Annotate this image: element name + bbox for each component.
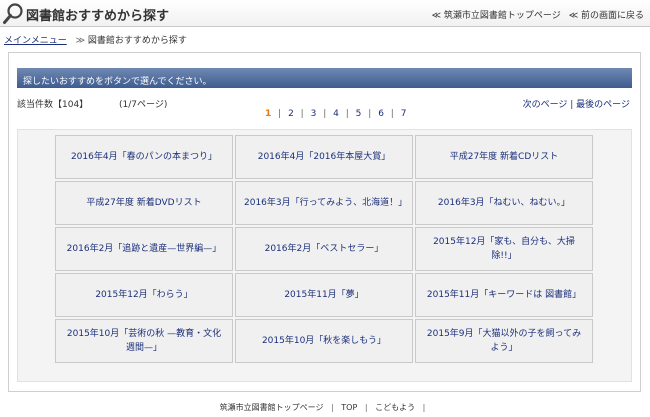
page-info: (1/7ページ) <box>119 100 168 110</box>
breadcrumb: メインメニュー ≫ 図書館おすすめから探す <box>4 33 187 46</box>
recommendation-button[interactable]: 2016年3月「ねむい、ねむい。」 <box>415 181 593 225</box>
breadcrumb-separator: ≫ <box>75 36 86 46</box>
footer-separator: | <box>331 403 334 412</box>
recommendation-button[interactable]: 2015年11月「夢」 <box>235 273 413 317</box>
recommendation-button[interactable]: 平成27年度 新着DVDリスト <box>55 181 233 225</box>
footer-separator: | <box>422 403 426 412</box>
recommendation-button[interactable]: 平成27年度 新着CDリスト <box>415 135 593 179</box>
breadcrumb-main-menu[interactable]: メインメニュー <box>4 36 67 46</box>
back-link[interactable]: ≪ 前の画面に戻る <box>569 8 644 21</box>
page-link-2[interactable]: 2 <box>288 109 294 119</box>
library-top-link[interactable]: ≪ 筑瀬市立図書館トップページ <box>432 8 561 21</box>
recommendation-button[interactable]: 2015年10月「芸術の秋 —教育・文化週間—」 <box>55 319 233 363</box>
recommendation-button[interactable]: 2015年9月「大猫以外の子を飼ってみよう」 <box>415 319 593 363</box>
breadcrumb-current: 図書館おすすめから探す <box>87 36 187 46</box>
page-nav-links: 次のページ | 最後のページ <box>522 100 630 110</box>
recommendation-button[interactable]: 2016年2月「追跡と遺産—世界編—」 <box>55 227 233 271</box>
recommendation-button[interactable]: 2015年10月「秋を楽しもう」 <box>235 319 413 363</box>
header: 図書館おすすめから探す ≪ 筑瀬市立図書館トップページ ≪ 前の画面に戻る <box>0 0 650 27</box>
page-link-4[interactable]: 4 <box>333 109 339 119</box>
footer-separator: | <box>364 403 368 412</box>
footer-top-link[interactable]: TOP <box>341 403 357 412</box>
recommendation-button[interactable]: 2016年4月「2016年本屋大賞」 <box>235 135 413 179</box>
result-count: 該当件数【104】 <box>17 100 89 110</box>
recommendation-button[interactable]: 2015年12月「わらう」 <box>55 273 233 317</box>
content-panel: 探したいおすすめをボタンで選んでください。 該当件数【104】 (1/7ページ)… <box>8 52 641 392</box>
page-link-3[interactable]: 3 <box>311 109 317 119</box>
recommendation-grid-area: 2016年4月「春のパンの本まつり」 2016年4月「2016年本屋大賞」 平成… <box>17 129 632 382</box>
recommendation-button[interactable]: 2016年3月「行ってみよう、北海道！」 <box>235 181 413 225</box>
header-links: ≪ 筑瀬市立図書館トップページ ≪ 前の画面に戻る <box>432 8 644 21</box>
recommendation-grid: 2016年4月「春のパンの本まつり」 2016年4月「2016年本屋大賞」 平成… <box>55 135 593 363</box>
current-page: 1 <box>265 109 272 119</box>
page-link-7[interactable]: 7 <box>401 109 407 119</box>
last-page-link[interactable]: 最後のページ <box>576 100 630 110</box>
instruction-bar: 探したいおすすめをボタンで選んでください。 <box>17 68 632 88</box>
footer-kids-link[interactable]: こどもよう <box>375 403 415 412</box>
recommendation-button[interactable]: 2015年11月「キーワードは 図書館」 <box>415 273 593 317</box>
magnifier-icon <box>3 3 23 24</box>
page-title: 図書館おすすめから探す <box>26 9 170 24</box>
recommendation-button[interactable]: 2015年12月「家も、自分も、大掃除!!」 <box>415 227 593 271</box>
recommendation-button[interactable]: 2016年2月「ベストセラー」 <box>235 227 413 271</box>
next-page-link[interactable]: 次のページ <box>523 100 568 110</box>
recommendation-button[interactable]: 2016年4月「春のパンの本まつり」 <box>55 135 233 179</box>
page-link-5[interactable]: 5 <box>356 109 362 119</box>
page-link-6[interactable]: 6 <box>378 109 384 119</box>
footer-library-top-link[interactable]: 筑瀬市立図書館トップページ <box>220 403 324 412</box>
footer: 筑瀬市立図書館トップページ | TOP | こどもよう | <box>0 402 650 413</box>
pager: 1 | 2 | 3 | 4 | 5 | 6 | 7 <box>265 109 407 119</box>
